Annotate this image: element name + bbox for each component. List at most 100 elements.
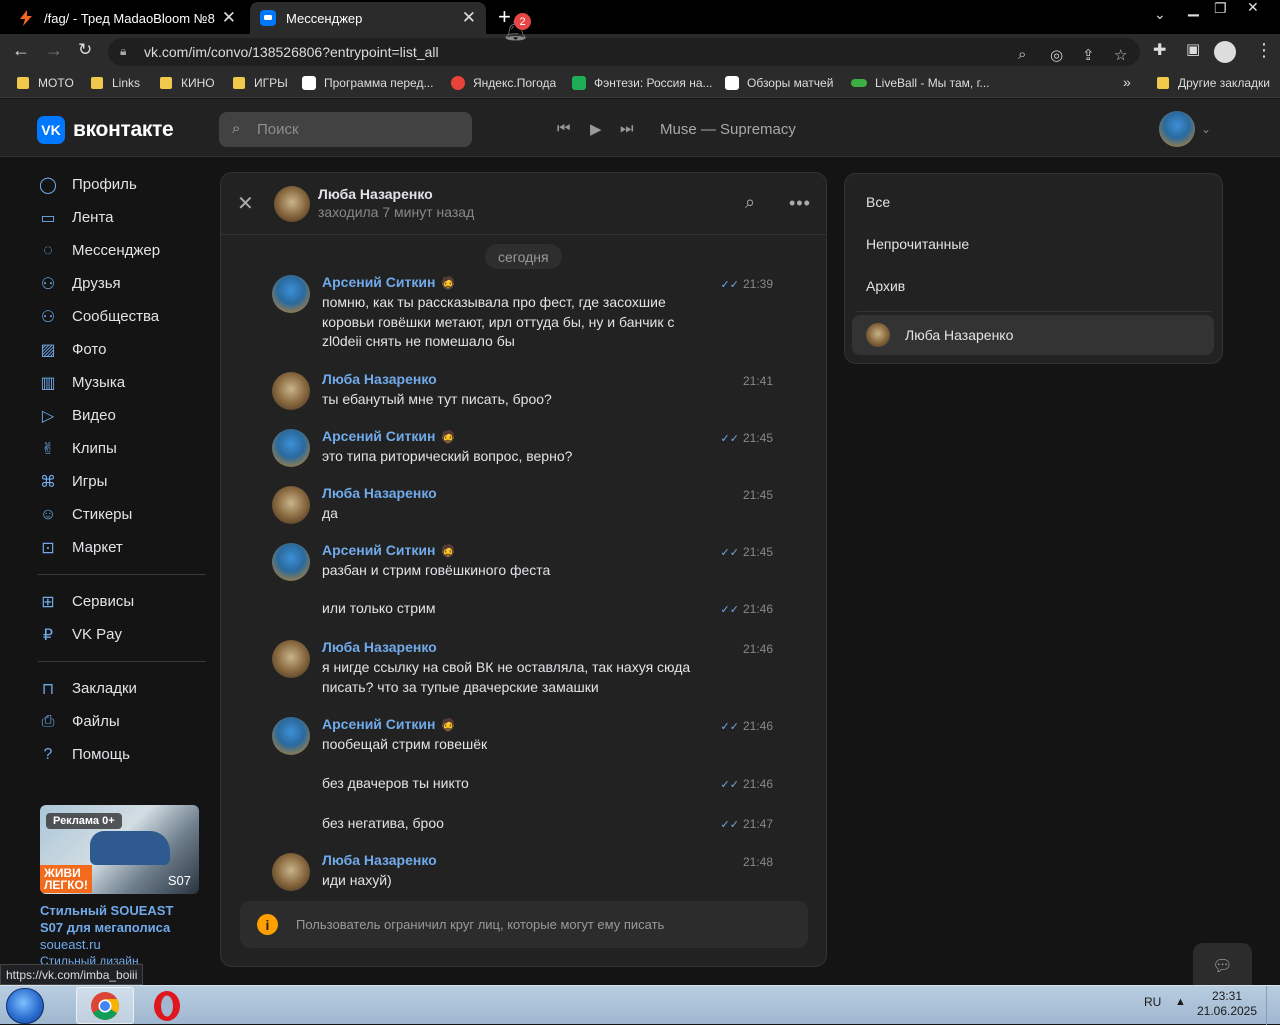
eye-off-icon[interactable]: ◎ (1050, 46, 1063, 64)
tray-arrow-icon[interactable]: ▲ (1175, 996, 1186, 1008)
message-author[interactable]: Арсений Ситкин 🧔 (322, 274, 455, 290)
chat-bubble-icon[interactable]: 💬︎ (1193, 943, 1252, 988)
message-author[interactable]: Люба Назаренко (322, 639, 437, 655)
sidebar-item-help[interactable]: ? Помощь (38, 738, 206, 771)
sidebar-item-market[interactable]: ⊡ Маркет (38, 531, 206, 564)
share-icon[interactable]: ⇪ (1082, 46, 1095, 64)
bookmark-match-reviews[interactable]: Обзоры матчей (725, 76, 833, 90)
bookmark-yandex-weather[interactable]: Яндекс.Погода (451, 76, 556, 90)
filter-unread[interactable]: Непрочитанные (866, 236, 969, 252)
sidebar-item-photo[interactable]: ▨ Фото (38, 333, 206, 366)
sidebar-item-vkpay[interactable]: ₽ VK Pay (38, 618, 206, 651)
ad-image[interactable]: Реклама 0+ ЖИВИ ЛЕГКО! S07 (40, 805, 199, 894)
sidebar-item-files[interactable]: ⎙ Файлы (38, 705, 206, 738)
chat-avatar[interactable] (274, 186, 310, 222)
message-author[interactable]: Люба Назаренко (322, 371, 437, 387)
sidebar-item-stickers[interactable]: ☺ Стикеры (38, 498, 206, 531)
language-indicator[interactable]: RU (1144, 995, 1161, 1009)
message-text: пообещай стрим говешёк (322, 736, 488, 752)
forward-arrow-icon[interactable]: → (45, 40, 63, 61)
bookmark-liveball[interactable]: LiveBall - Мы там, г... (851, 76, 990, 90)
lock-icon[interactable]: 🔒︎ (120, 44, 126, 59)
address-bar[interactable]: 🔒︎ vk.com/im/convo/138526806?entrypoint=… (108, 38, 1140, 66)
close-icon[interactable]: ✕ (222, 8, 236, 28)
search-input[interactable]: ⌕ Поиск (219, 112, 472, 147)
bookmarks-overflow-button[interactable]: » (1123, 74, 1131, 90)
start-button[interactable] (6, 988, 44, 1024)
bookmark-fantasy[interactable]: Фэнтези: Россия на... (572, 76, 713, 90)
tab-search-chevron-icon[interactable]: ⌄ (1154, 6, 1166, 26)
ad-block[interactable]: Реклама 0+ ЖИВИ ЛЕГКО! S07 Стильный SOUEA… (40, 805, 200, 968)
chevron-down-icon[interactable]: ⌄ (1201, 122, 1211, 136)
message-author[interactable]: Арсений Ситкин 🧔 (322, 716, 455, 732)
profile-avatar-icon[interactable] (1214, 41, 1236, 63)
bookmark-moto[interactable]: MOTO (17, 76, 74, 90)
show-desktop-button[interactable] (1266, 986, 1280, 1025)
left-sidebar: ◯ Профиль ▭ Лента ◌ Мессенджер ⚇ Друзья ⚇ Сообщес… (38, 168, 206, 771)
ad-domain[interactable]: soueast.ru (40, 937, 200, 952)
avatar[interactable] (272, 543, 310, 581)
close-icon[interactable]: ✕ (462, 8, 476, 28)
browser-tab-messenger[interactable]: Мессенджер ✕ (250, 2, 486, 34)
bookmark-links[interactable]: Links (91, 76, 140, 90)
search-icon[interactable]: ⌕ (745, 192, 755, 213)
message-author[interactable]: Арсений Ситкин 🧔 (322, 542, 455, 558)
bookmark-igry[interactable]: ИГРЫ (233, 76, 288, 90)
sidebar-item-friends[interactable]: ⚇ Друзья (38, 267, 206, 300)
now-playing-track[interactable]: Muse — Supremacy (660, 121, 796, 138)
menu-dots-icon[interactable]: ⋮ (1255, 40, 1273, 61)
sidebar-item-feed[interactable]: ▭ Лента (38, 201, 206, 234)
message-author[interactable]: Арсений Ситкин 🧔 (322, 428, 455, 444)
avatar[interactable] (272, 486, 310, 524)
avatar[interactable] (272, 429, 310, 467)
restore-icon[interactable]: ❐ (1214, 0, 1227, 20)
opera-taskbar-button[interactable] (138, 987, 196, 1024)
bookmark-other[interactable]: Другие закладки (1157, 76, 1270, 90)
sidebar-item-video[interactable]: ▷ Видео (38, 399, 206, 432)
browser-tab-fag-thread[interactable]: /fag/ - Тред MadaoBloom №8 ✕ (8, 2, 246, 34)
previous-track-icon[interactable]: ⏮ (557, 120, 571, 137)
avatar[interactable] (272, 640, 310, 678)
message-author[interactable]: Люба Назаренко (322, 852, 437, 868)
bookmarks-icon: ⊓ (41, 680, 55, 698)
sidebar-item-services[interactable]: ⊞ Сервисы (38, 585, 206, 618)
vk-logo[interactable]: VK вконтакте (37, 116, 174, 144)
minimize-icon[interactable]: ▁ (1188, 0, 1199, 20)
filter-all[interactable]: Все (866, 194, 890, 210)
window-close-icon[interactable]: ✕ (1247, 0, 1259, 19)
active-chat-item[interactable]: Люба Назаренко (852, 315, 1214, 355)
avatar[interactable] (272, 372, 310, 410)
sidebar-item-bookmarks[interactable]: ⊓ Закладки (38, 672, 206, 705)
bookmark-tv-program[interactable]: Программа перед... (302, 76, 433, 90)
message-time: 21:41 (742, 374, 773, 388)
reload-icon[interactable]: ↻ (78, 40, 92, 60)
sidebar-item-music[interactable]: ▥ Музыка (38, 366, 206, 399)
chat-contact-name[interactable]: Люба Назаренко (318, 186, 433, 202)
message-author[interactable]: Люба Назаренко (322, 485, 437, 501)
sidebar-item-label: Друзья (72, 275, 121, 292)
more-icon[interactable]: ••• (789, 193, 811, 214)
sidebar-item-games[interactable]: ⌘ Игры (38, 465, 206, 498)
chrome-taskbar-button[interactable] (76, 987, 134, 1024)
sidebar-item-messenger[interactable]: ◌ Мессенджер (38, 234, 206, 267)
zoom-icon[interactable]: ⌕ (1018, 46, 1026, 63)
user-avatar[interactable] (1159, 111, 1195, 147)
next-track-icon[interactable]: ⏭ (620, 120, 634, 137)
filter-archive[interactable]: Архив (866, 278, 905, 294)
sidebar-item-communities[interactable]: ⚇ Сообщества (38, 300, 206, 333)
star-icon[interactable]: ☆ (1114, 46, 1127, 64)
avatar[interactable] (272, 853, 310, 891)
message-text: да (322, 505, 338, 521)
sidebar-item-profile[interactable]: ◯ Профиль (38, 168, 206, 201)
extensions-icon[interactable]: ✚ (1153, 40, 1166, 60)
ad-title[interactable]: Стильный SOUEAST S07 для мегаполиса (40, 902, 200, 936)
sidebar-item-clips[interactable]: ✌ Клипы (38, 432, 206, 465)
clock[interactable]: 23:31 21.06.2025 (1194, 989, 1260, 1019)
play-icon[interactable]: ▶ (590, 120, 602, 138)
close-icon[interactable]: ✕ (237, 191, 254, 216)
bookmark-kino[interactable]: КИНО (160, 76, 215, 90)
side-panel-icon[interactable]: ▣ (1186, 40, 1200, 58)
avatar[interactable] (272, 717, 310, 755)
avatar[interactable] (272, 275, 310, 313)
back-arrow-icon[interactable]: ← (12, 40, 30, 61)
